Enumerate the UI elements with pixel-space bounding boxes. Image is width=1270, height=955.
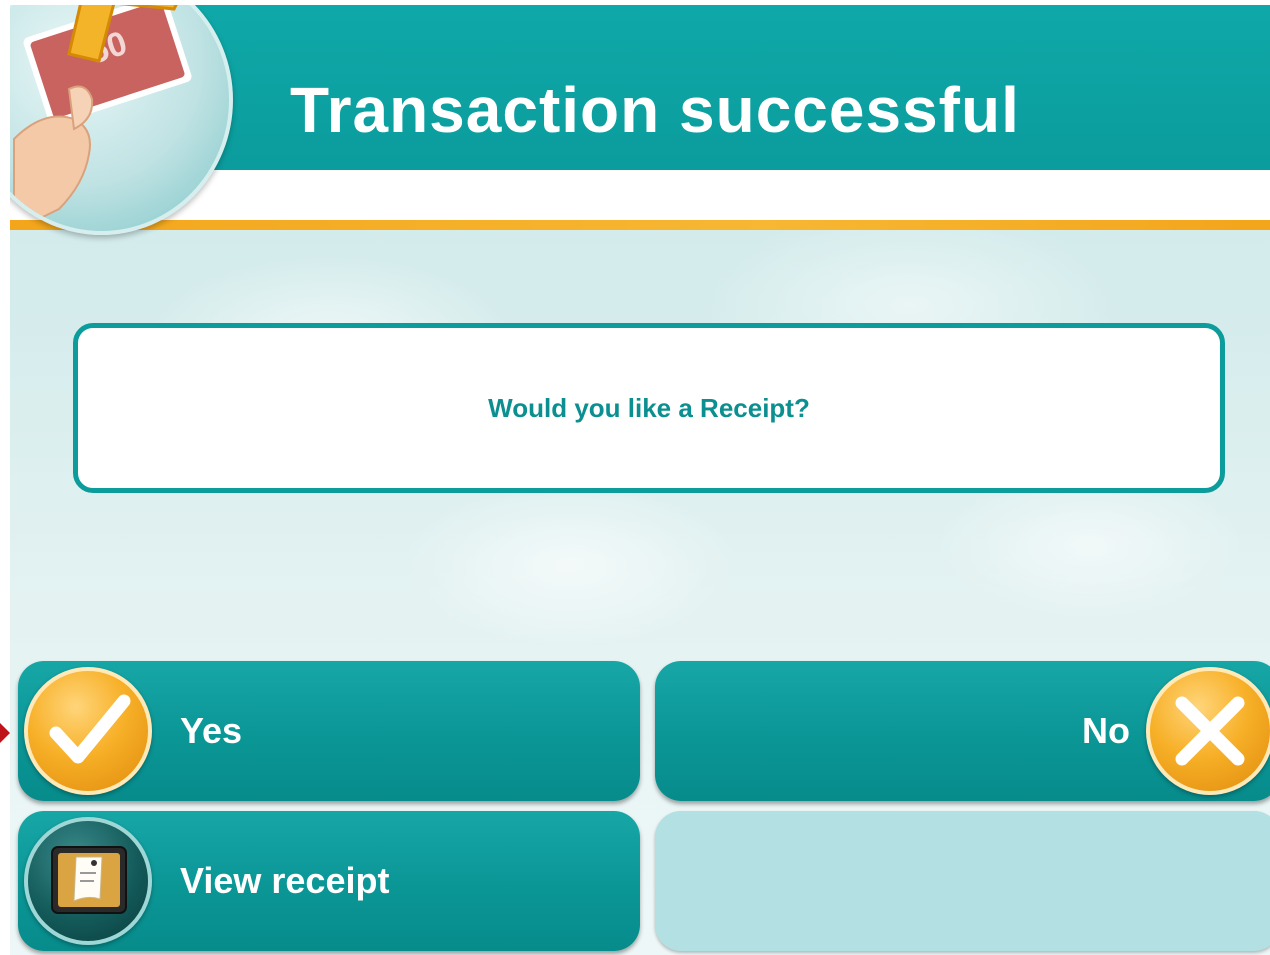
no-button-label: No: [1082, 710, 1130, 751]
no-button[interactable]: No: [655, 661, 1270, 801]
selection-arrow-marker: [0, 723, 10, 743]
page-title: Transaction successful: [290, 74, 1020, 146]
view-receipt-button[interactable]: View receipt: [18, 811, 640, 951]
receipt-icon: [24, 817, 152, 945]
atm-screen: Transaction successful 50 Would you like…: [10, 5, 1270, 955]
x-icon: [1146, 667, 1270, 795]
check-icon: [24, 667, 152, 795]
view-receipt-button-label: View receipt: [180, 860, 390, 901]
receipt-prompt-box: Would you like a Receipt?: [73, 323, 1225, 493]
empty-button-slot: [655, 811, 1270, 951]
yes-button-label: Yes: [180, 710, 243, 751]
yes-button[interactable]: Yes: [18, 661, 640, 801]
header-orange-divider: [10, 220, 1270, 230]
receipt-prompt-text: Would you like a Receipt?: [488, 392, 810, 423]
